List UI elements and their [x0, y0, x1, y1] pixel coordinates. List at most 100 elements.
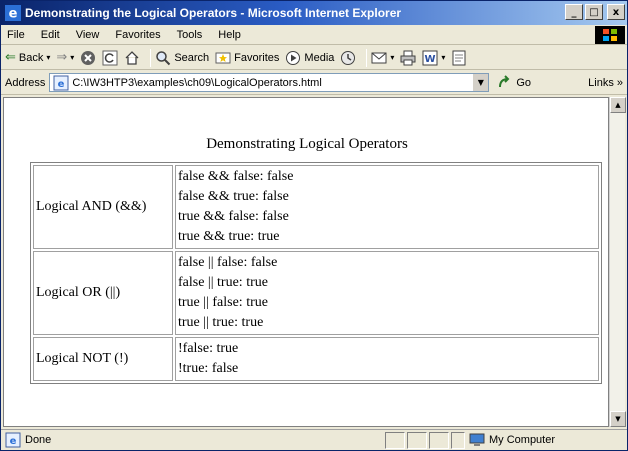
row-label: Logical AND (&&)	[33, 165, 173, 249]
back-label: Back	[18, 51, 44, 64]
result-line: true || true: true	[178, 315, 264, 330]
menu-bar: File Edit View Favorites Tools Help	[1, 25, 627, 45]
zone-label: My Computer	[489, 434, 556, 446]
result-line: false && true: false	[178, 189, 289, 204]
menu-favorites[interactable]: Favorites	[107, 29, 168, 41]
svg-text:e: e	[9, 7, 18, 22]
maximize-button[interactable]: □	[585, 4, 603, 20]
address-dropdown-button[interactable]: ▼	[472, 74, 489, 91]
status-pane	[385, 431, 405, 449]
status-bar: e Done My Computer	[1, 429, 627, 450]
computer-icon	[469, 433, 485, 446]
status-pane	[451, 431, 465, 449]
operators-table: Logical AND (&&) false && false: false f…	[30, 162, 602, 384]
mail-icon	[371, 52, 387, 63]
browser-window: e Demonstrating the Logical Operators - …	[0, 0, 628, 451]
page-done-icon: e	[5, 432, 21, 448]
title-bar[interactable]: e Demonstrating the Logical Operators - …	[1, 1, 627, 25]
history-icon	[341, 50, 356, 65]
toolbar: ⇐ Back ▾ ⇒ ▾ Search Favorites Media ▾ W …	[1, 46, 627, 70]
svg-text:e: e	[10, 436, 17, 447]
favorites-button[interactable]: Favorites	[215, 50, 279, 66]
table-caption: Demonstrating Logical Operators	[206, 136, 408, 152]
stop-icon	[81, 50, 96, 65]
table-row: Logical AND (&&) false && false: false f…	[33, 165, 599, 249]
word-icon: W	[422, 50, 438, 65]
menu-edit[interactable]: Edit	[33, 29, 68, 41]
table-row: Logical OR (||) false || false: false fa…	[33, 251, 599, 335]
go-label: Go	[516, 76, 532, 89]
chevron-down-icon: ▾	[441, 53, 446, 62]
refresh-icon	[102, 50, 118, 65]
edit-button[interactable]: W ▾	[422, 50, 445, 66]
media-button[interactable]: Media	[285, 50, 334, 66]
svg-text:e: e	[58, 79, 65, 90]
go-button[interactable]: Go	[497, 74, 532, 91]
status-text: Done	[25, 434, 52, 446]
history-button[interactable]	[340, 50, 356, 66]
menu-view[interactable]: View	[68, 29, 108, 41]
print-button[interactable]	[400, 50, 416, 66]
result-line: !false: true	[178, 341, 239, 356]
svg-text:W: W	[425, 54, 436, 65]
chevron-down-icon: ▾	[46, 53, 51, 62]
search-icon	[156, 50, 171, 65]
favorites-label: Favorites	[234, 51, 280, 64]
result-line: false && false: false	[178, 169, 294, 184]
toolbar-separator	[366, 48, 368, 67]
result-line: true || false: true	[178, 295, 268, 310]
row-label: Logical OR (||)	[33, 251, 173, 335]
close-button[interactable]: x	[607, 4, 625, 20]
minimize-button[interactable]: _	[565, 4, 583, 20]
result-line: false || true: true	[178, 275, 268, 290]
address-bar: Address e C:\IW3HTP3\examples\ch09\Logic…	[1, 71, 627, 95]
security-zone: My Computer	[469, 432, 555, 448]
chevron-down-icon: ▾	[390, 53, 395, 62]
result-line: false || false: false	[178, 255, 278, 270]
search-button[interactable]: Search	[155, 50, 209, 66]
result-line: !true: false	[178, 361, 239, 376]
mail-button[interactable]: ▾	[371, 50, 394, 66]
page-icon: e	[53, 75, 69, 90]
result-line: true && false: false	[178, 209, 289, 224]
row-values: false || false: false false || true: tru…	[175, 251, 599, 335]
go-arrow-icon	[499, 74, 510, 87]
toolbar-separator	[150, 48, 152, 67]
discuss-button[interactable]	[451, 50, 467, 66]
links-button[interactable]: Links »	[588, 77, 623, 89]
vertical-scrollbar[interactable]: ▲ ▼	[609, 97, 626, 427]
status-pane	[429, 431, 449, 449]
menu-help[interactable]: Help	[210, 29, 249, 41]
address-label: Address	[5, 76, 46, 89]
row-values: !false: true !true: false	[175, 337, 599, 381]
back-arrow-icon: ⇐	[5, 50, 16, 65]
menu-file[interactable]: File	[1, 29, 33, 41]
row-values: false && false: false false && true: fal…	[175, 165, 599, 249]
forward-button[interactable]: ⇒ ▾	[56, 50, 74, 65]
home-icon	[125, 50, 139, 65]
windows-logo-icon	[595, 26, 625, 44]
caption-buttons: _ □ x	[565, 4, 625, 20]
page-content: Demonstrating Logical Operators Logical …	[3, 97, 609, 427]
result-line: true && true: true	[178, 229, 280, 244]
table-row: Logical NOT (!) !false: true !true: fals…	[33, 337, 599, 381]
chevron-down-icon: ▾	[70, 53, 75, 62]
media-icon	[286, 50, 301, 65]
forward-arrow-icon: ⇒	[56, 50, 68, 65]
address-value: C:\IW3HTP3\examples\ch09\LogicalOperator…	[72, 76, 322, 89]
stop-button[interactable]	[80, 50, 96, 66]
row-label: Logical NOT (!)	[33, 337, 173, 381]
media-label: Media	[304, 51, 335, 64]
scroll-down-button[interactable]: ▼	[610, 411, 626, 427]
print-icon	[400, 50, 416, 65]
back-button[interactable]: ⇐ Back ▾	[5, 50, 50, 65]
status-pane	[407, 431, 427, 449]
status-text-pane: e Done	[1, 432, 381, 448]
refresh-button[interactable]	[102, 50, 118, 66]
discuss-icon	[452, 50, 466, 65]
scroll-up-button[interactable]: ▲	[610, 97, 626, 113]
address-input[interactable]: e C:\IW3HTP3\examples\ch09\LogicalOperat…	[49, 73, 490, 92]
window-title: Demonstrating the Logical Operators - Mi…	[25, 6, 402, 20]
menu-tools[interactable]: Tools	[169, 29, 211, 41]
home-button[interactable]	[124, 50, 140, 66]
